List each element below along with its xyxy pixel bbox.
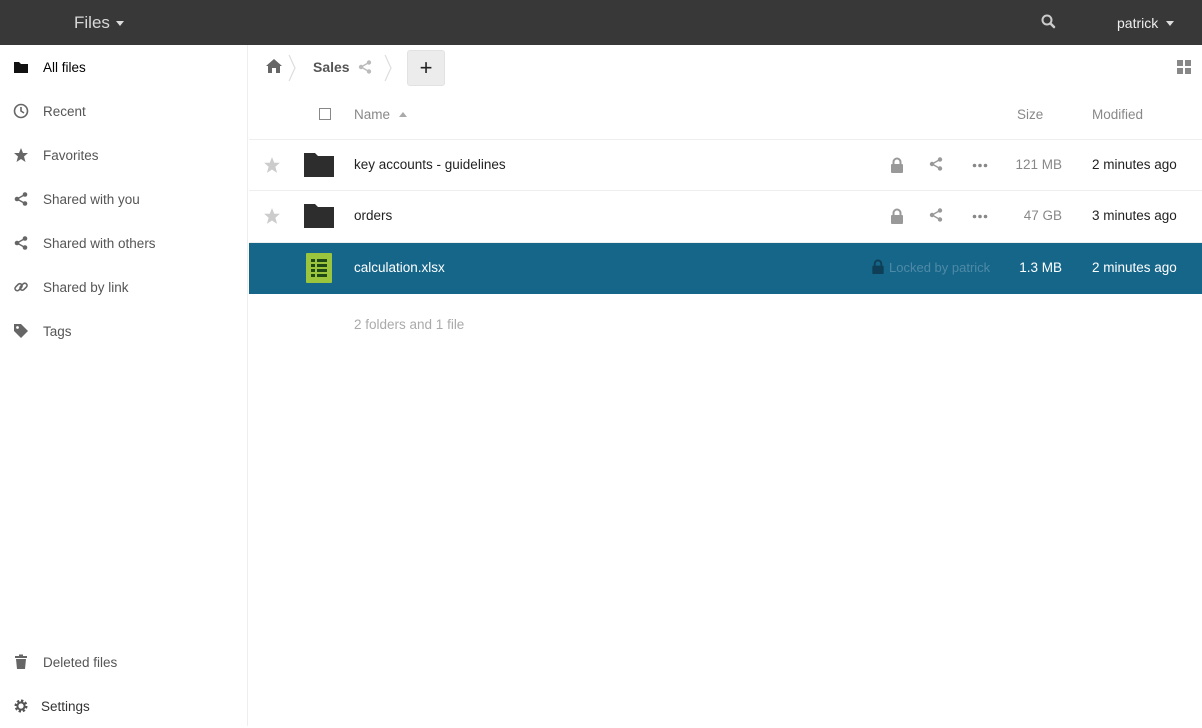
- sidebar: All files Recent Favorites Shared with y…: [0, 45, 248, 726]
- app-title: Files: [74, 12, 110, 32]
- share-icon: [12, 190, 30, 208]
- column-size[interactable]: Size: [1017, 107, 1043, 122]
- table-row[interactable]: orders 47 GB 3 minutes ago: [249, 191, 1202, 243]
- star-icon: [12, 146, 30, 164]
- breadcrumb: Sales +: [249, 45, 1202, 90]
- trash-icon: [12, 653, 30, 671]
- clock-icon: [12, 102, 30, 120]
- file-size: 121 MB: [1015, 157, 1062, 172]
- lock-icon[interactable]: [890, 208, 906, 225]
- sidebar-item-shared-with-others[interactable]: Shared with others: [0, 221, 248, 265]
- column-modified[interactable]: Modified: [1092, 107, 1143, 122]
- sort-ascending-icon: [399, 112, 407, 117]
- file-name[interactable]: key accounts - guidelines: [354, 157, 506, 172]
- top-header: Files patrick: [0, 0, 1202, 45]
- star-icon[interactable]: [263, 207, 281, 225]
- file-name[interactable]: orders: [354, 208, 392, 223]
- main-content: Sales + Name Size Modified key accounts …: [249, 45, 1202, 726]
- search-icon[interactable]: [1040, 13, 1058, 31]
- file-name[interactable]: calculation.xlsx: [354, 260, 445, 275]
- breadcrumb-separator: [288, 54, 296, 82]
- sidebar-item-label: Tags: [43, 323, 72, 339]
- gear-icon: [12, 697, 30, 715]
- sidebar-item-shared-with-you[interactable]: Shared with you: [0, 177, 248, 221]
- sidebar-item-label: Shared with others: [43, 235, 156, 251]
- table-header: Name Size Modified: [249, 90, 1202, 140]
- file-summary: 2 folders and 1 file: [354, 317, 465, 332]
- breadcrumb-separator: [384, 54, 392, 82]
- spreadsheet-icon: [306, 253, 336, 283]
- table-row[interactable]: key accounts - guidelines 121 MB 2 minut…: [249, 140, 1202, 191]
- file-modified: 2 minutes ago: [1092, 157, 1177, 172]
- file-modified: 2 minutes ago: [1092, 260, 1177, 275]
- more-options-icon[interactable]: [971, 208, 989, 225]
- link-icon: [12, 278, 30, 296]
- share-icon[interactable]: [357, 59, 373, 75]
- column-name[interactable]: Name: [354, 107, 390, 122]
- file-modified: 3 minutes ago: [1092, 208, 1177, 223]
- folder-icon: [304, 202, 334, 230]
- sidebar-item-tags[interactable]: Tags: [0, 309, 248, 353]
- share-icon[interactable]: [928, 207, 944, 224]
- sidebar-item-recent[interactable]: Recent: [0, 89, 248, 133]
- sidebar-item-label: Recent: [43, 103, 86, 119]
- tag-icon: [12, 322, 30, 340]
- file-size: 1.3 MB: [1019, 260, 1062, 275]
- new-button[interactable]: +: [407, 50, 445, 86]
- user-name: patrick: [1117, 14, 1159, 31]
- sidebar-item-all-files[interactable]: All files: [0, 45, 248, 89]
- chevron-down-icon: [115, 21, 124, 26]
- table-row[interactable]: calculation.xlsx Locked by patrick 1.3 M…: [249, 243, 1202, 294]
- grid-view-icon[interactable]: [1177, 60, 1191, 74]
- share-icon[interactable]: [928, 156, 944, 173]
- file-size: 47 GB: [1023, 208, 1062, 223]
- sidebar-item-label: All files: [43, 59, 86, 75]
- sidebar-item-deleted-files[interactable]: Deleted files: [0, 640, 248, 684]
- sidebar-item-label: Deleted files: [43, 654, 118, 670]
- locked-by-label: Locked by patrick: [889, 259, 991, 275]
- chevron-down-icon: [1166, 21, 1175, 26]
- user-menu[interactable]: patrick: [1117, 0, 1175, 45]
- lock-status[interactable]: Locked by patrick: [871, 259, 990, 275]
- sidebar-item-shared-by-link[interactable]: Shared by link: [0, 265, 248, 309]
- home-icon[interactable]: [265, 58, 283, 76]
- more-options-icon[interactable]: [971, 157, 989, 174]
- share-icon: [12, 234, 30, 252]
- folder-icon: [304, 151, 334, 179]
- settings-button[interactable]: Settings: [0, 684, 248, 728]
- star-icon[interactable]: [263, 156, 281, 174]
- sidebar-item-label: Favorites: [43, 147, 99, 163]
- lock-icon: [871, 259, 885, 275]
- lock-icon[interactable]: [890, 157, 906, 174]
- sidebar-item-favorites[interactable]: Favorites: [0, 133, 248, 177]
- sidebar-item-label: Settings: [41, 698, 90, 714]
- folder-icon: [12, 58, 30, 76]
- select-all-checkbox[interactable]: [319, 108, 331, 120]
- breadcrumb-current[interactable]: Sales: [313, 59, 350, 75]
- app-menu[interactable]: Files: [74, 0, 124, 45]
- sidebar-item-label: Shared with you: [43, 191, 140, 207]
- sidebar-item-label: Shared by link: [43, 279, 129, 295]
